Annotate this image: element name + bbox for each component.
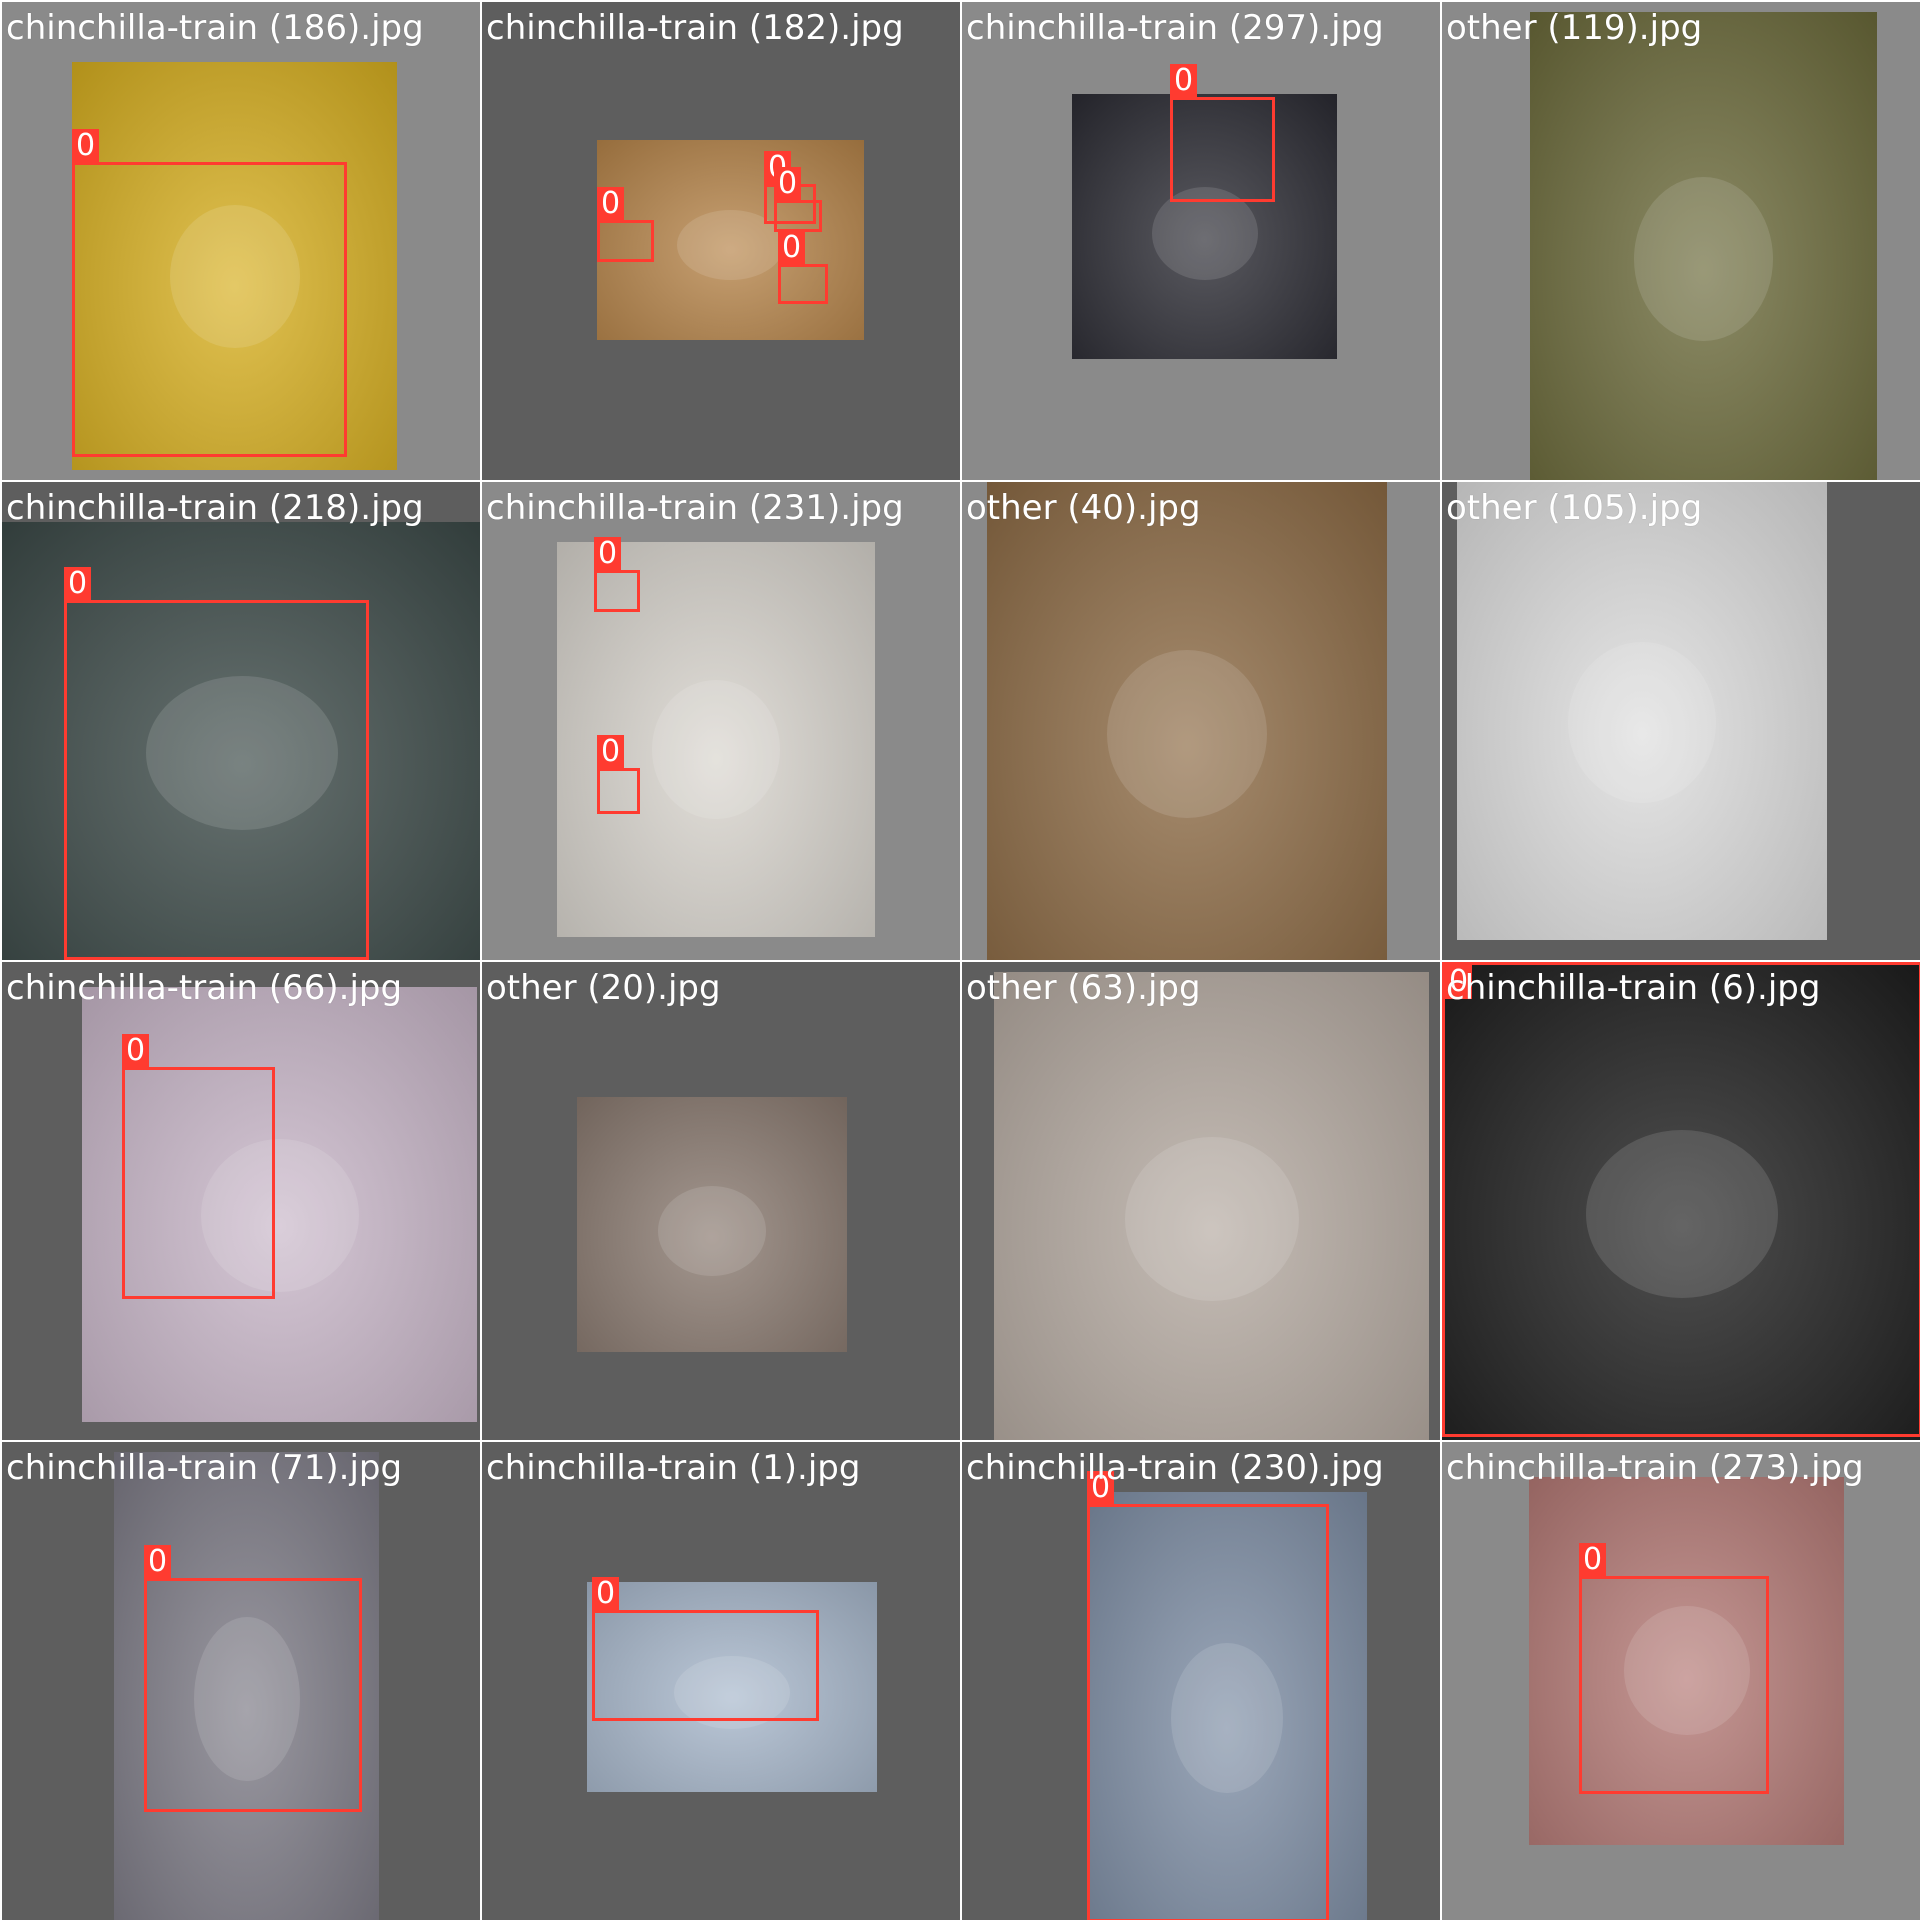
tile-filename: chinchilla-train (231).jpg	[486, 488, 904, 528]
bbox-class-label: 0	[1579, 1543, 1607, 1577]
image-tile: 0 chinchilla-train (230).jpg	[962, 1442, 1440, 1920]
tile-filename: chinchilla-train (182).jpg	[486, 8, 904, 48]
photo-placeholder	[577, 1097, 847, 1352]
tile-filename: chinchilla-train (1).jpg	[486, 1448, 861, 1488]
bounding-box: 0	[1170, 64, 1275, 202]
image-tile: 0 chinchilla-train (66).jpg	[2, 962, 480, 1440]
image-tile: 0 chinchilla-train (273).jpg	[1442, 1442, 1920, 1920]
photo-placeholder	[987, 482, 1387, 960]
bbox-class-label: 0	[72, 129, 100, 163]
tile-photo	[994, 972, 1429, 1440]
image-grid: 0chinchilla-train (186).jpg0000chinchill…	[0, 0, 1920, 1920]
bbox-class-label: 0	[144, 1545, 172, 1579]
bounding-box: 0	[72, 129, 347, 457]
image-tile: 0 chinchilla-train (186).jpg	[2, 2, 480, 480]
image-tile: other (40).jpg	[962, 482, 1440, 960]
tile-photo	[1457, 482, 1827, 940]
bbox-class-label: 0	[64, 567, 92, 601]
bounding-box: 0	[778, 231, 828, 304]
bounding-box: 0	[1442, 962, 1920, 1437]
bbox-class-label: 0	[1445, 965, 1473, 999]
bbox-class-label: 0	[1170, 64, 1198, 98]
image-tile: other (105).jpg	[1442, 482, 1920, 960]
bounding-box: 0	[597, 735, 640, 814]
tile-photo	[1530, 12, 1877, 480]
bbox-class-label: 0	[774, 167, 802, 201]
photo-placeholder	[1530, 12, 1877, 480]
image-tile: 0 chinchilla-train (1).jpg	[482, 1442, 960, 1920]
tile-photo	[577, 1097, 847, 1352]
bbox-class-label: 0	[1087, 1471, 1115, 1505]
bounding-box: 0	[1579, 1543, 1769, 1794]
bounding-box: 0	[594, 537, 640, 612]
tile-filename: other (20).jpg	[486, 968, 721, 1008]
bbox-class-label: 0	[597, 735, 625, 769]
image-tile: 0 0 chinchilla-train (231).jpg	[482, 482, 960, 960]
tile-filename: chinchilla-train (230).jpg	[966, 1448, 1384, 1488]
bbox-class-label: 0	[594, 537, 622, 571]
bounding-box: 0	[592, 1577, 819, 1721]
bounding-box: 0	[597, 187, 654, 262]
image-tile: 0000chinchilla-train (182).jpg	[482, 2, 960, 480]
image-tile: 0 chinchilla-train (71).jpg	[2, 1442, 480, 1920]
photo-placeholder	[994, 972, 1429, 1440]
tile-filename: chinchilla-train (186).jpg	[6, 8, 424, 48]
tile-photo	[987, 482, 1387, 960]
bounding-box: 0	[1087, 1471, 1329, 1920]
image-tile: 0 chinchilla-train (297).jpg	[962, 2, 1440, 480]
image-tile: 0 chinchilla-train (218).jpg	[2, 482, 480, 960]
image-tile: 0 chinchilla-train (6).jpg	[1442, 962, 1920, 1440]
bbox-class-label: 0	[778, 231, 806, 265]
tile-filename: chinchilla-train (297).jpg	[966, 8, 1384, 48]
image-tile: other (20).jpg	[482, 962, 960, 1440]
bounding-box: 0	[144, 1545, 362, 1812]
image-tile: other (119).jpg	[1442, 2, 1920, 480]
photo-placeholder	[1457, 482, 1827, 940]
bounding-box: 0	[774, 167, 822, 232]
bounding-box: 0	[64, 567, 369, 960]
bbox-class-label: 0	[122, 1034, 150, 1068]
bbox-class-label: 0	[597, 187, 625, 221]
bbox-class-label: 0	[592, 1577, 620, 1611]
image-tile: other (63).jpg	[962, 962, 1440, 1440]
bounding-box: 0	[122, 1034, 275, 1299]
